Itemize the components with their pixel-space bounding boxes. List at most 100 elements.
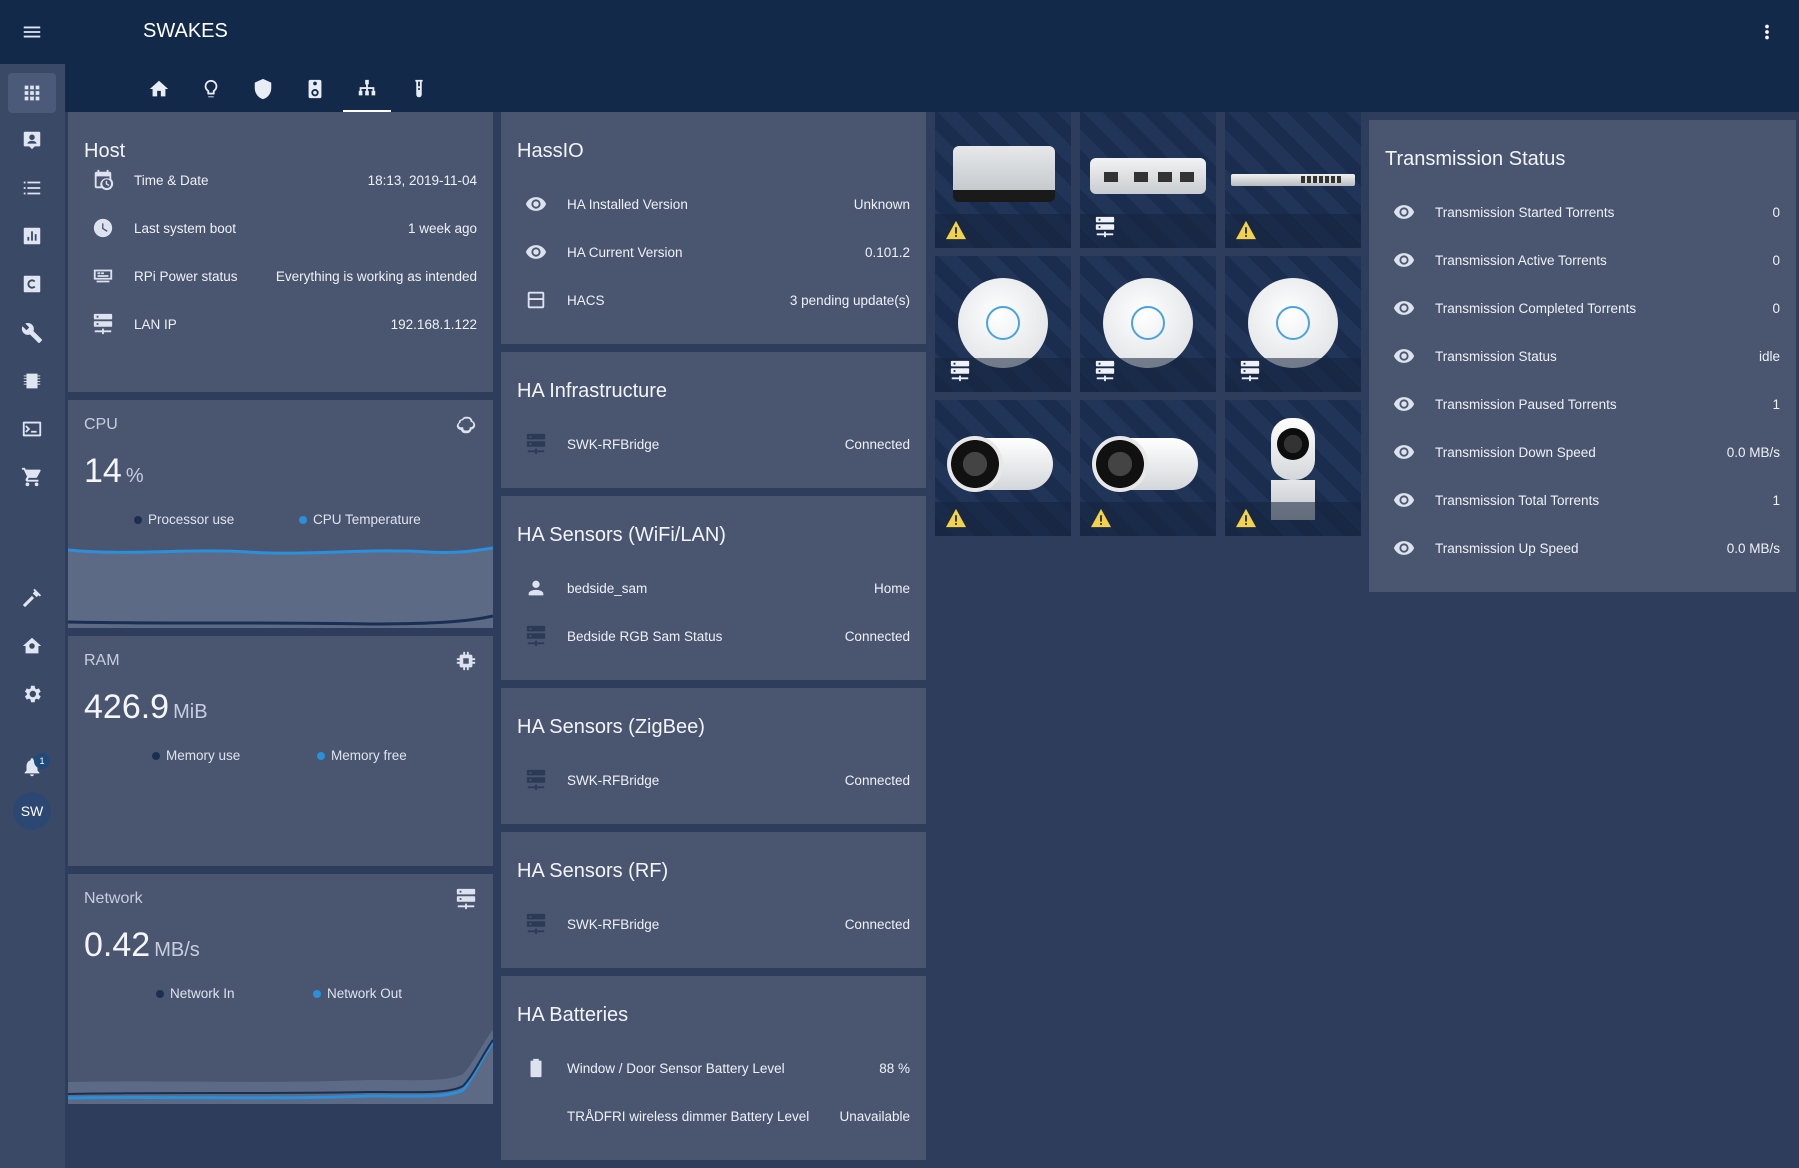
tab-security[interactable] [237,66,289,112]
entity-value: 0 [1772,204,1780,220]
entity-value: Everything is working as intended [275,268,477,284]
entity-label: RPi Power status [134,268,238,284]
eye-icon [1385,201,1425,223]
entity-row[interactable]: HA Current Version 0.101.2 [517,236,910,268]
legend-item[interactable]: Memory use [152,748,240,763]
device-bullet-camera-2-image[interactable] [1080,400,1216,536]
entity-value: 0 [1772,252,1780,268]
device-gateway-image[interactable] [935,112,1071,248]
entity-row[interactable]: Time & Date 18:13, 2019-11-04 [84,164,477,196]
entity-label: SWK-RFBridge [567,772,660,788]
entity-row[interactable]: Transmission Total Torrents 1 [1385,484,1780,516]
sidebar-item-hardware[interactable] [8,361,56,401]
tab-media[interactable] [289,66,341,112]
sidebar-item-settings[interactable] [8,674,56,714]
hammer-icon [21,587,43,609]
ram-card[interactable]: RAM 426.9 MiB Memory use Memory free [68,636,493,866]
server-network-icon [517,769,557,791]
avatar[interactable]: SW [13,792,51,830]
sidebar-item-map[interactable] [8,120,56,160]
entity-row[interactable]: Transmission Completed Torrents 0 [1385,292,1780,324]
device-access-point-2-image[interactable] [1080,256,1216,392]
alert-icon [1235,220,1257,240]
legend-item[interactable]: Processor use [134,512,234,527]
sidebar-item-terminal[interactable] [8,409,56,449]
device-rack-switch-image[interactable] [1225,112,1361,248]
entity-row[interactable]: Bedside RGB Sam Status Connected [517,620,910,652]
alert-icon [1235,508,1257,528]
legend-item[interactable]: Network In [156,986,235,1001]
tab-lab[interactable] [393,66,445,112]
legend-item[interactable]: Memory free [317,748,407,763]
entity-value: 192.168.1.122 [390,316,477,332]
card-title: HA Sensors (ZigBee) [517,716,705,738]
entity-row[interactable]: Transmission Active Torrents 0 [1385,244,1780,276]
entity-value: 1 week ago [407,220,477,236]
sidebar-item-c[interactable] [8,264,56,304]
tab-home[interactable] [133,66,185,112]
entity-row[interactable]: TRÅDFRI wireless dimmer Battery Level Un… [517,1100,910,1132]
cpu-card[interactable]: CPU 14 % Processor use CPU Temperature [68,400,493,628]
entity-value: Connected [844,628,910,644]
wrench-icon [21,322,43,344]
entity-value: 0.101.2 [864,244,910,260]
entity-row[interactable]: Transmission Paused Torrents 1 [1385,388,1780,420]
network-graph [68,1030,493,1104]
entity-row[interactable]: Last system boot 1 week ago [84,212,477,244]
page-title: SWAKES [143,20,228,42]
server-network-icon [84,313,124,335]
sidebar-item-overview[interactable] [8,73,56,113]
sidebar-item-shopping[interactable] [8,457,56,497]
entity-row[interactable]: Transmission Down Speed 0.0 MB/s [1385,436,1780,468]
sidebar-item-developer[interactable] [8,578,56,618]
entity-row[interactable]: bedside_sam Home [517,572,910,604]
sidebar-item-notifications[interactable] [8,747,56,787]
entity-row[interactable]: Window / Door Sensor Battery Level 88 % [517,1052,910,1084]
home-icon [148,78,170,100]
card-title: HassIO [517,140,584,162]
entity-row[interactable]: Transmission Up Speed 0.0 MB/s [1385,532,1780,564]
entity-label: HACS [567,292,605,308]
entity-label: SWK-RFBridge [567,916,660,932]
legend-item[interactable]: CPU Temperature [299,512,421,527]
menu-icon[interactable] [8,12,56,52]
home-gear-icon [21,635,43,657]
card-title: HA Batteries [517,1004,629,1026]
sidebar-item-logbook[interactable] [8,168,56,208]
sidebar-item-supervisor[interactable] [8,626,56,666]
entity-row[interactable]: RPi Power status Everything is working a… [84,260,477,292]
server-network-icon [517,625,557,647]
value-unit: % [125,465,144,487]
sidebar-item-tools[interactable] [8,313,56,353]
device-flex-camera-image[interactable] [1225,400,1361,536]
device-access-point-3-image[interactable] [1225,256,1361,392]
entity-label: Bedside RGB Sam Status [567,628,723,644]
format-list-icon [21,177,43,199]
entity-value: 0.0 MB/s [1726,540,1780,556]
device-bullet-camera-1-image[interactable] [935,400,1071,536]
tab-lights[interactable] [185,66,237,112]
legend-item[interactable]: Network Out [313,986,402,1001]
device-access-point-1-image[interactable] [935,256,1071,392]
network-card[interactable]: Network 0.42 MB/s Network In Network Out [68,874,493,1104]
entity-row[interactable]: HA Installed Version Unknown [517,188,910,220]
entity-row[interactable]: Transmission Status idle [1385,340,1780,372]
entity-row[interactable]: SWK-RFBridge Connected [517,764,910,796]
lightbulb-icon [200,78,222,100]
more-menu-button[interactable] [1755,18,1779,46]
server-network-icon [1239,360,1261,382]
entity-row[interactable]: SWK-RFBridge Connected [517,428,910,460]
device-switch-image[interactable] [1080,112,1216,248]
entity-row[interactable]: HACS 3 pending update(s) [517,284,910,316]
entity-value: 0 [1772,300,1780,316]
view-dashboard-icon [21,82,43,104]
entity-row[interactable]: LAN IP 192.168.1.122 [84,308,477,340]
entity-value: Unknown [853,196,910,212]
entity-label: Last system boot [134,220,237,236]
tab-network[interactable] [341,66,393,112]
entity-row[interactable]: SWK-RFBridge Connected [517,908,910,940]
entity-label: Transmission Paused Torrents [1435,396,1617,412]
alert-icon [1090,508,1112,528]
sidebar-item-history[interactable] [8,216,56,256]
entity-row[interactable]: Transmission Started Torrents 0 [1385,196,1780,228]
